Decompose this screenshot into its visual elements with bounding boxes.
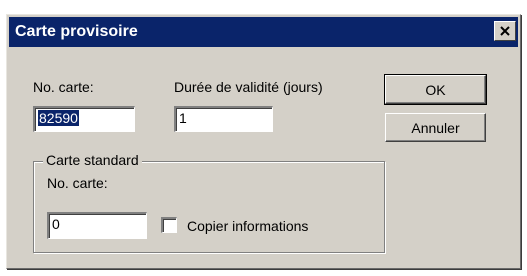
title-bar[interactable]: Carte provisoire xyxy=(9,17,518,47)
cancel-button[interactable]: Annuler xyxy=(385,113,486,142)
copy-info-label[interactable]: Copier informations xyxy=(187,218,308,234)
standard-card-number-label: No. carte: xyxy=(47,175,108,191)
ok-button[interactable]: OK xyxy=(384,74,487,105)
copy-info-checkbox[interactable] xyxy=(161,217,177,233)
card-number-field[interactable]: 82590 xyxy=(33,106,135,132)
cancel-button-label: Annuler xyxy=(411,119,460,136)
card-number-value: 82590 xyxy=(38,110,79,126)
close-icon xyxy=(500,26,510,36)
ok-button-label: OK xyxy=(425,81,446,98)
validity-label: Durée de validité (jours) xyxy=(174,79,323,95)
standard-card-number-field[interactable]: 0 xyxy=(47,212,147,239)
carte-provisoire-dialog: Carte provisoire No. carte: 82590 Durée … xyxy=(6,14,521,269)
validity-value: 1 xyxy=(179,110,187,126)
dialog-title: Carte provisoire xyxy=(15,23,138,40)
close-button[interactable] xyxy=(494,21,516,41)
card-number-label: No. carte: xyxy=(33,79,94,95)
standard-card-number-value: 0 xyxy=(52,216,60,232)
standard-card-group-label: Carte standard xyxy=(43,152,142,168)
validity-field[interactable]: 1 xyxy=(174,106,273,132)
